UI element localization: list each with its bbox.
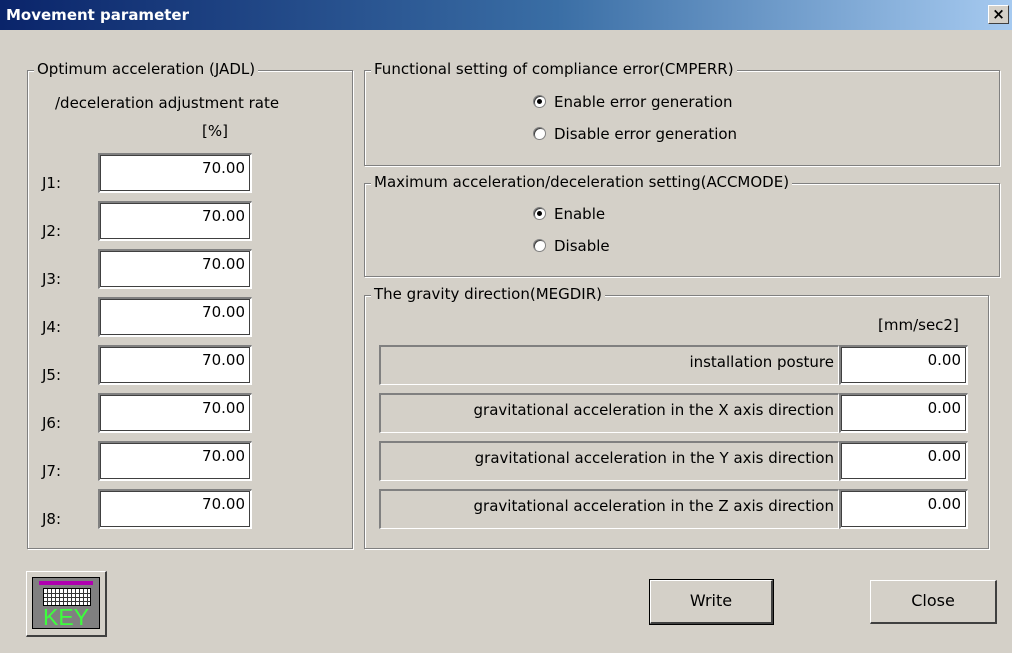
title-bar: Movement parameter × (0, 0, 1012, 30)
j4-input[interactable]: 70.00 (98, 297, 252, 337)
j1-label: J1: (42, 174, 62, 192)
megdir-unit: [mm/sec2] (878, 316, 959, 334)
j1-input[interactable]: 70.00 (98, 153, 252, 193)
keyboard-icon-bar (39, 581, 93, 585)
j2-label: J2: (42, 222, 62, 240)
window-title: Movement parameter (6, 6, 189, 24)
cmperr-disable-label: Disable error generation (554, 125, 738, 143)
radio-unchecked-icon (533, 239, 546, 252)
accmode-group: Maximum acceleration/deceleration settin… (364, 173, 1000, 277)
cmperr-legend: Functional setting of compliance error(C… (371, 60, 737, 78)
gravity-y-input[interactable]: 0.00 (839, 441, 968, 481)
gravity-x-label: gravitational acceleration in the X axis… (379, 393, 839, 433)
accmode-enable-label: Enable (554, 205, 606, 223)
radio-unchecked-icon (533, 127, 546, 140)
cmperr-enable-radio[interactable]: Enable error generation (533, 93, 733, 111)
cmperr-enable-label: Enable error generation (554, 93, 733, 111)
radio-checked-icon (533, 207, 546, 220)
j2-input[interactable]: 70.00 (98, 201, 252, 241)
close-button[interactable]: Close (870, 580, 997, 624)
accmode-disable-radio[interactable]: Disable (533, 237, 610, 255)
megdir-legend: The gravity direction(MEGDIR) (371, 285, 605, 303)
gravity-z-input[interactable]: 0.00 (839, 489, 968, 529)
j3-label: J3: (42, 270, 62, 288)
j3-input[interactable]: 70.00 (98, 249, 252, 289)
j8-label: J8: (42, 510, 62, 528)
installation-posture-label: installation posture (379, 345, 839, 385)
jadl-unit: [%] (202, 122, 228, 140)
window-close-button[interactable]: × (988, 5, 1009, 24)
keyboard-icon: KEY (32, 577, 100, 629)
gravity-y-label: gravitational acceleration in the Y axis… (379, 441, 839, 481)
j8-input[interactable]: 70.00 (98, 489, 252, 529)
keyboard-button[interactable]: KEY (26, 571, 107, 637)
accmode-disable-label: Disable (554, 237, 610, 255)
j6-label: J6: (42, 414, 62, 432)
cmperr-group: Functional setting of compliance error(C… (364, 60, 1000, 166)
jadl-subtitle: /deceleration adjustment rate (55, 94, 280, 112)
radio-checked-icon (533, 95, 546, 108)
j4-label: J4: (42, 318, 62, 336)
cmperr-disable-radio[interactable]: Disable error generation (533, 125, 737, 143)
accmode-legend: Maximum acceleration/deceleration settin… (371, 173, 793, 191)
j7-label: J7: (42, 462, 62, 480)
jadl-legend: Optimum acceleration (JADL) (34, 60, 259, 78)
write-button[interactable]: Write (649, 579, 774, 625)
j5-label: J5: (42, 366, 62, 384)
accmode-enable-radio[interactable]: Enable (533, 205, 605, 223)
j5-input[interactable]: 70.00 (98, 345, 252, 385)
key-label: KEY (42, 604, 90, 630)
j7-input[interactable]: 70.00 (98, 441, 252, 481)
gravity-x-input[interactable]: 0.00 (839, 393, 968, 433)
j6-input[interactable]: 70.00 (98, 393, 252, 433)
installation-posture-input[interactable]: 0.00 (839, 345, 968, 385)
gravity-z-label: gravitational acceleration in the Z axis… (379, 489, 839, 529)
